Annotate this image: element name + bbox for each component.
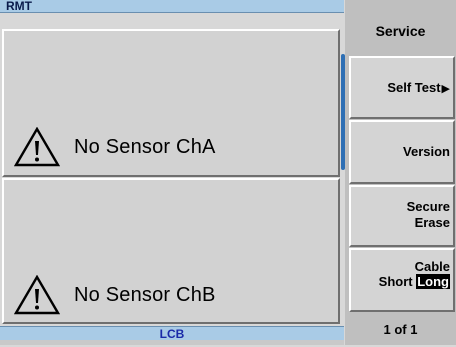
warning-icon xyxy=(14,275,60,315)
version-button[interactable]: Version xyxy=(349,120,455,184)
channel-b-message: No Sensor ChB xyxy=(74,283,216,306)
secure-erase-label-line1: Secure xyxy=(406,199,450,214)
submenu-arrow-icon: ▶ xyxy=(441,83,450,95)
cable-label: Cable xyxy=(414,259,450,274)
warning-icon xyxy=(14,127,60,167)
self-test-button[interactable]: Self Test▶ xyxy=(349,56,455,119)
channel-a-pane[interactable]: No Sensor ChA xyxy=(2,29,340,177)
lcb-indicator: LCB xyxy=(159,327,185,341)
cable-long-option-selected: Long xyxy=(416,274,450,289)
remote-indicator: RMT xyxy=(6,0,32,13)
page-indicator: 1 of 1 xyxy=(383,322,418,337)
status-strip xyxy=(0,340,344,345)
cable-short-option: Short xyxy=(378,274,413,289)
channel-b-pane[interactable]: No Sensor ChB xyxy=(2,178,340,324)
cable-toggle-button[interactable]: Cable Short Long xyxy=(349,248,455,312)
lcb-status-bar: LCB xyxy=(0,326,344,341)
self-test-label: Self Test xyxy=(387,80,441,95)
remote-status-bar: RMT xyxy=(0,0,344,13)
channel-a-message: No Sensor ChA xyxy=(74,135,216,158)
version-label: Version xyxy=(403,144,450,159)
menu-title: Service xyxy=(375,23,426,39)
softkey-panel: Service Self Test▶ Version Secure Erase … xyxy=(345,0,456,345)
secure-erase-label-line2: Erase xyxy=(414,215,450,230)
secure-erase-button[interactable]: Secure Erase xyxy=(349,185,455,247)
